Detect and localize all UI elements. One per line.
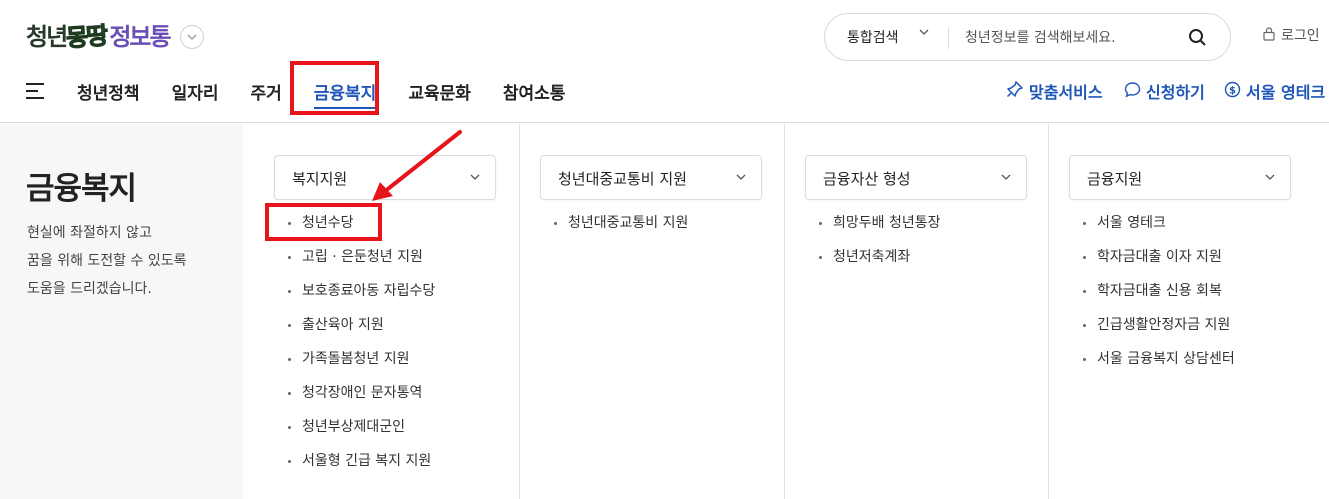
arrow-icon (372, 130, 462, 201)
menu-item[interactable]: 청년대중교통비 지원 (554, 211, 688, 245)
category-title: 금융복지 (26, 171, 137, 207)
category-label: 금융지원 (1087, 170, 1143, 188)
chevron-down-icon (1265, 170, 1275, 183)
quick-link-label: 신청하기 (1146, 83, 1205, 102)
nav-item-participation[interactable]: 참여소통 (503, 79, 566, 104)
menu-list: 청년대중교통비 지원 (554, 211, 688, 245)
menu-item[interactable]: 서울 금융복지 상담센터 (1083, 347, 1235, 381)
menu-item[interactable]: 학자금대출 이자 지원 (1083, 245, 1235, 279)
menu-item[interactable]: 청년부상제대군인 (288, 415, 435, 449)
menu-list: 서울 영테크 학자금대출 이자 지원 학자금대출 신용 회복 긴급생활안정자금 … (1083, 211, 1235, 381)
menu-list: 청년수당 고립 · 은둔청년 지원 보호종료아동 자립수당 출산육아 지원 가족… (288, 211, 435, 483)
menu-item[interactable]: 보호종료아동 자립수당 (288, 279, 435, 313)
nav-item-housing[interactable]: 주거 (250, 79, 281, 104)
menu-column-assets: 금융자산 형성 희망두배 청년통장 청년저축계좌 (784, 124, 1048, 499)
site-selector-chevron-icon[interactable] (180, 25, 204, 49)
logo-text-1: 청년 (26, 23, 68, 51)
chevron-down-icon (470, 170, 480, 183)
quick-link-apply[interactable]: 신청하기 (1124, 79, 1205, 103)
search-input[interactable] (965, 24, 1180, 52)
lock-icon (1262, 26, 1276, 45)
category-label: 복지지원 (292, 170, 348, 188)
search-bar: 통합검색 (824, 13, 1231, 61)
logo-text-2: 몽땅 (65, 21, 108, 53)
nav-item-jobs[interactable]: 일자리 (172, 79, 219, 104)
quick-link-seoul-youngtech[interactable]: $ 서울 영테크 (1224, 79, 1325, 103)
nav-item-education-culture[interactable]: 교육문화 (408, 79, 471, 104)
description-line: 현실에 좌절하지 않고 (27, 225, 152, 241)
menu-list: 희망두배 청년통장 청년저축계좌 (819, 211, 941, 279)
highlight-box-menu-item (265, 203, 382, 241)
logo-text-3: 정보통 (109, 23, 171, 51)
quick-link-label: 맞춤서비스 (1029, 83, 1103, 102)
category-dropdown[interactable]: 금융지원 (1069, 155, 1291, 200)
menu-column-finance: 금융지원 서울 영테크 학자금대출 이자 지원 학자금대출 신용 회복 긴급생활… (1048, 124, 1329, 499)
site-header: 청년 몽땅 정보통 통합검색 로그인 청년정책 일자리 주거 금융복지 교육문화… (0, 0, 1329, 123)
menu-item[interactable]: 서울형 긴급 복지 지원 (288, 449, 435, 483)
category-label: 금융자산 형성 (823, 170, 911, 188)
menu-item[interactable]: 가족돌봄청년 지원 (288, 347, 435, 381)
search-type-select[interactable]: 통합검색 (847, 27, 899, 47)
coin-icon: $ (1224, 81, 1241, 102)
menu-item[interactable]: 서울 영테크 (1083, 211, 1235, 245)
chevron-down-icon[interactable] (919, 25, 929, 38)
menu-item[interactable]: 청년저축계좌 (819, 245, 941, 279)
hamburger-icon[interactable] (26, 83, 46, 99)
category-dropdown[interactable]: 금융자산 형성 (805, 155, 1027, 200)
highlight-box-nav (290, 61, 379, 115)
nav-item-youth-policy[interactable]: 청년정책 (77, 79, 140, 104)
description-line: 꿈을 위해 도전할 수 있도록 (27, 253, 187, 269)
login-link[interactable]: 로그인 (1262, 25, 1320, 45)
quick-link-custom-service[interactable]: 맞춤서비스 (1006, 79, 1103, 103)
menu-item[interactable]: 학자금대출 신용 회복 (1083, 279, 1235, 313)
quick-link-label: 서울 영테크 (1246, 83, 1326, 102)
menu-item[interactable]: 긴급생활안정자금 지원 (1083, 313, 1235, 347)
pin-icon (1006, 80, 1024, 102)
description-line: 도움을 드리겠습니다. (27, 281, 152, 297)
menu-item[interactable]: 희망두배 청년통장 (819, 211, 941, 245)
svg-text:$: $ (1229, 85, 1236, 96)
menu-column-transit: 청년대중교통비 지원 청년대중교통비 지원 (519, 124, 784, 499)
menu-item[interactable]: 청각장애인 문자통역 (288, 381, 435, 415)
category-description: 현실에 좌절하지 않고 꿈을 위해 도전할 수 있도록 도움을 드리겠습니다. (27, 219, 186, 303)
menu-item[interactable]: 출산육아 지원 (288, 313, 435, 347)
category-dropdown[interactable]: 청년대중교통비 지원 (540, 155, 762, 200)
search-icon[interactable] (1187, 27, 1209, 49)
chevron-down-icon (1001, 170, 1011, 183)
search-divider (948, 27, 949, 49)
login-label: 로그인 (1281, 28, 1320, 44)
category-label: 청년대중교통비 지원 (558, 170, 687, 188)
chat-icon (1124, 81, 1141, 102)
site-logo[interactable]: 청년 몽땅 정보통 (26, 20, 172, 54)
menu-item[interactable]: 고립 · 은둔청년 지원 (288, 245, 435, 279)
chevron-down-icon (736, 170, 746, 183)
